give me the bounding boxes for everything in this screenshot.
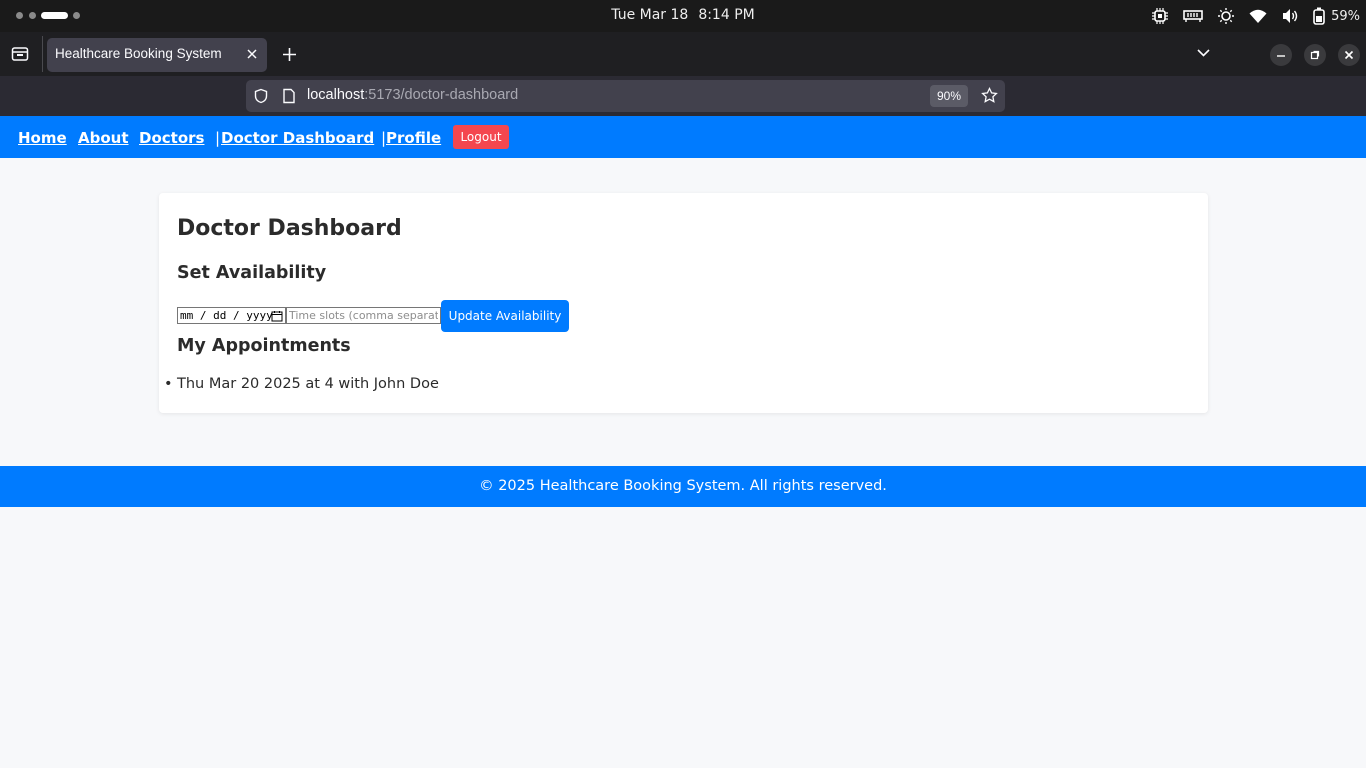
system-top-bar: Tue Mar 18 8:14 PM 59% (0, 0, 1366, 32)
tracking-protection-shield-icon[interactable] (253, 88, 269, 104)
tab-title: Healthcare Booking System (55, 46, 222, 61)
firefox-view-icon[interactable] (11, 46, 29, 62)
url-host: localhost (307, 87, 365, 103)
restore-icon (1310, 50, 1320, 60)
availability-heading: Set Availability (177, 263, 327, 283)
nav-profile[interactable]: Profile (386, 129, 441, 147)
site-navbar (0, 116, 1366, 158)
url-path: :5173/doctor-dashboard (364, 87, 519, 103)
maximize-button[interactable] (1304, 44, 1326, 66)
bookmark-star-icon[interactable] (981, 87, 998, 104)
list-all-tabs-icon[interactable] (1196, 48, 1211, 58)
nav-doctors[interactable]: Doctors (139, 129, 204, 147)
tab-divider (42, 36, 43, 72)
nav-about[interactable]: About (78, 129, 129, 147)
system-tray[interactable]: 59% (1151, 6, 1360, 26)
close-icon (1344, 50, 1354, 60)
clock-date: Tue Mar 18 (611, 7, 689, 23)
brightness-icon (1218, 8, 1235, 24)
minimize-button[interactable] (1270, 44, 1292, 66)
calendar-icon[interactable] (271, 310, 283, 322)
nav-separator: | (215, 129, 221, 147)
cpu-icon (1152, 8, 1169, 24)
tab-close-icon[interactable] (245, 47, 259, 61)
new-tab-icon[interactable] (282, 47, 297, 62)
appointment-list-item: • Thu Mar 20 2025 at 4 with John Doe (164, 376, 439, 392)
bullet: • (164, 376, 173, 392)
close-window-button[interactable] (1338, 44, 1360, 66)
battery-percentage: 59% (1331, 8, 1360, 24)
clock-time: 8:14 PM (698, 7, 755, 23)
page-title: Doctor Dashboard (177, 216, 402, 241)
update-availability-button[interactable]: Update Availability (441, 300, 569, 332)
logout-button[interactable]: Logout (453, 125, 509, 149)
page-info-icon[interactable] (282, 88, 296, 104)
appointment-text: Thu Mar 20 2025 at 4 with John Doe (177, 376, 439, 392)
memory-icon (1183, 10, 1203, 22)
date-input-placeholder: mm / dd / yyyy (180, 309, 273, 322)
wifi-icon (1249, 9, 1267, 23)
battery-icon (1313, 7, 1325, 25)
footer-text: © 2025 Healthcare Booking System. All ri… (479, 478, 887, 494)
nav-doctor-dashboard[interactable]: Doctor Dashboard (221, 129, 374, 147)
date-input[interactable]: mm / dd / yyyy (177, 307, 286, 324)
minimize-icon (1277, 55, 1285, 57)
time-slots-input[interactable] (286, 307, 441, 324)
zoom-indicator[interactable]: 90% (930, 85, 968, 107)
volume-icon (1283, 9, 1298, 23)
nav-home[interactable]: Home (18, 129, 67, 147)
footer: © 2025 Healthcare Booking System. All ri… (0, 466, 1366, 507)
appointments-heading: My Appointments (177, 336, 351, 356)
url-text[interactable]: localhost:5173/doctor-dashboard (307, 87, 518, 103)
tab-active[interactable]: Healthcare Booking System (47, 38, 267, 72)
